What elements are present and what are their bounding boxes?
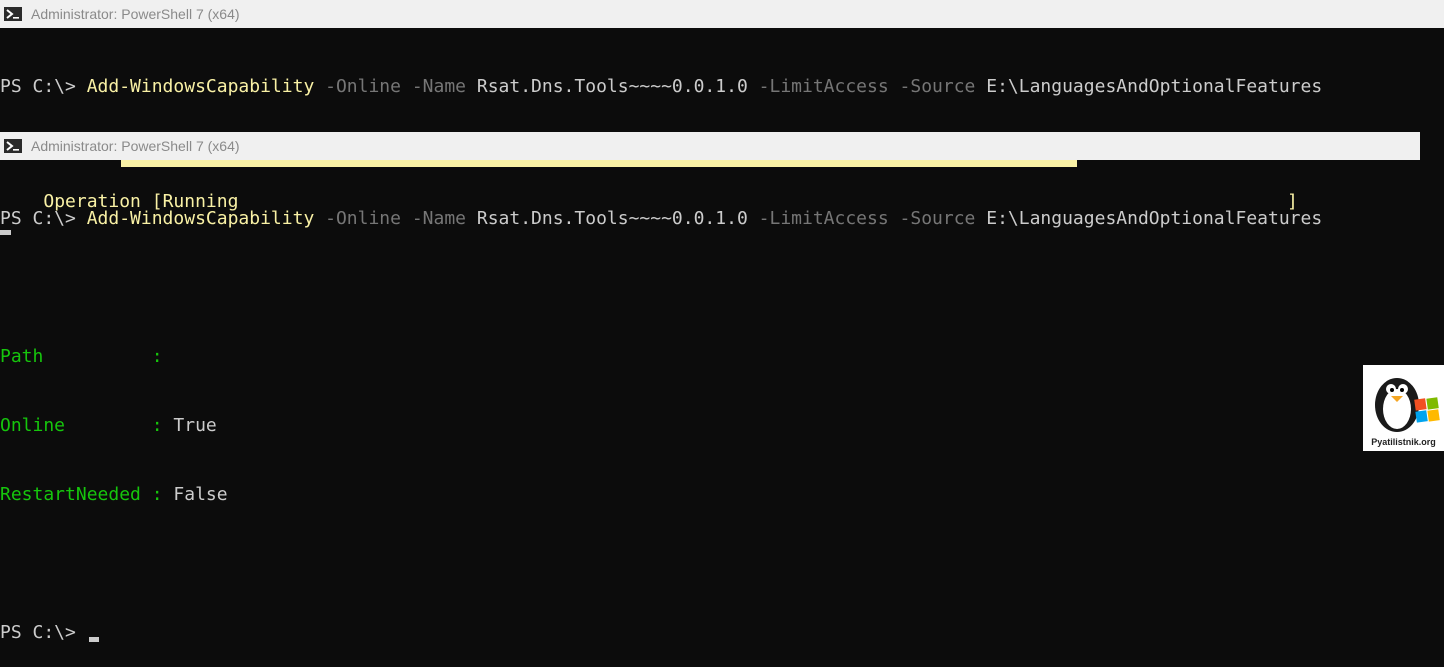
source-value: E:\LanguagesAndOptionalFeatures <box>986 208 1323 229</box>
terminal-cursor <box>88 637 99 642</box>
prompt: PS C:\> <box>0 208 87 229</box>
result-row-restartneeded: RestartNeeded : False <box>0 483 1322 506</box>
cmdlet-name: Add-WindowsCapability <box>86 208 315 229</box>
window2-titlebar[interactable]: Administrator: PowerShell 7 (x64) <box>0 132 1420 160</box>
penguin-logo-icon <box>1375 378 1440 432</box>
param-name: -Name <box>411 208 467 229</box>
param-online: -Online <box>325 76 401 97</box>
param-source: -Source <box>899 208 976 229</box>
result-separator: : <box>151 484 163 505</box>
window2-command-line: PS C:\> Add-WindowsCapability -Online -N… <box>0 207 1322 230</box>
cmdlet-name: Add-WindowsCapability <box>86 76 315 97</box>
prompt: PS C:\> <box>0 76 87 97</box>
param-limitaccess: -LimitAccess <box>758 208 889 229</box>
result-key: Path <box>0 346 152 367</box>
powershell-icon <box>4 7 22 21</box>
param-source: -Source <box>899 76 976 97</box>
result-value: True <box>173 415 217 436</box>
final-prompt-line[interactable]: PS C:\> <box>0 621 1322 644</box>
result-key: Online <box>0 415 152 436</box>
powershell-icon <box>4 139 22 153</box>
result-row-online: Online : True <box>0 414 1322 437</box>
source-value: E:\LanguagesAndOptionalFeatures <box>986 76 1323 97</box>
site-watermark: Pyatilistnik.org <box>1363 365 1444 451</box>
window2-title: Administrator: PowerShell 7 (x64) <box>31 138 240 154</box>
window2-terminal[interactable]: PS C:\> Add-WindowsCapability -Online -N… <box>0 161 1322 667</box>
result-separator: : <box>151 346 163 367</box>
window1-titlebar[interactable]: Administrator: PowerShell 7 (x64) <box>0 0 1444 28</box>
name-value: Rsat.Dns.Tools~~~~0.0.1.0 <box>476 208 748 229</box>
window1-title: Administrator: PowerShell 7 (x64) <box>31 6 240 22</box>
param-limitaccess: -LimitAccess <box>758 76 889 97</box>
result-value: False <box>173 484 228 505</box>
window1-command-line: PS C:\> Add-WindowsCapability -Online -N… <box>0 75 1322 98</box>
param-online: -Online <box>325 208 401 229</box>
result-row-path: Path : <box>0 345 1322 368</box>
watermark-text: Pyatilistnik.org <box>1371 437 1436 447</box>
result-key: RestartNeeded <box>0 484 152 505</box>
param-name: -Name <box>411 76 467 97</box>
result-separator: : <box>151 415 163 436</box>
name-value: Rsat.Dns.Tools~~~~0.0.1.0 <box>476 76 748 97</box>
prompt: PS C:\> <box>0 622 87 643</box>
